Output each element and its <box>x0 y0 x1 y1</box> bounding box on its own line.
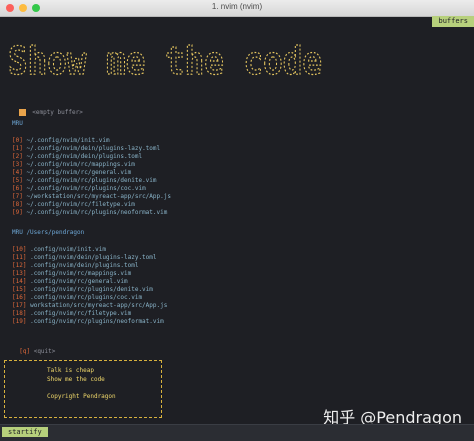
list-item[interactable]: [19] .config/nvim/rc/plugins/neoformat.v… <box>12 318 164 326</box>
banner-text: Show me the code <box>8 39 322 83</box>
statusline: startify <box>0 424 474 441</box>
item-path: ~/.config/nvim/rc/mappings.vim <box>26 161 135 168</box>
item-path: ~/workstation/src/myreact-app/src/App.js <box>26 193 171 200</box>
empty-buffer-row[interactable]: <empty buffer> <box>12 101 83 117</box>
item-index: [9] <box>12 209 23 216</box>
quit-index: [q] <box>19 348 31 355</box>
empty-buffer-label: <empty buffer> <box>32 109 83 116</box>
list-item[interactable]: [6] ~/.config/nvim/rc/plugins/coc.vim <box>12 185 146 193</box>
list-item[interactable]: [12] .config/nvim/dein/plugins.toml <box>12 262 138 270</box>
footer-line-3: Copyright Pendragon <box>47 393 116 400</box>
item-index: [19] <box>12 318 27 325</box>
list-item[interactable]: [14] .config/nvim/rc/general.vim <box>12 278 128 286</box>
item-path: ~/.config/nvim/rc/general.vim <box>26 169 132 176</box>
item-path: ~/.config/nvim/dein/plugins.toml <box>26 153 143 160</box>
item-path: workstation/src/myreact-app/src/App.js <box>30 302 168 309</box>
footer-box: Talk is cheap Show me the code Copyright… <box>4 360 162 418</box>
item-path: .config/nvim/init.vim <box>30 246 106 253</box>
list-item[interactable]: [7] ~/workstation/src/myreact-app/src/Ap… <box>12 193 171 201</box>
list-item[interactable]: [11] .config/nvim/dein/plugins-lazy.toml <box>12 254 157 262</box>
item-path: .config/nvim/rc/plugins/coc.vim <box>30 294 143 301</box>
list-item[interactable]: [5] ~/.config/nvim/rc/plugins/denite.vim <box>12 177 157 185</box>
item-path: .config/nvim/rc/general.vim <box>30 278 128 285</box>
item-path: ~/.config/nvim/rc/plugins/denite.vim <box>26 177 157 184</box>
window-title: 1. nvim (nvim) <box>211 2 263 11</box>
list-item[interactable]: [4] ~/.config/nvim/rc/general.vim <box>12 169 131 177</box>
item-index: [14] <box>12 278 27 285</box>
item-index: [12] <box>12 262 27 269</box>
tabline-buffers-indicator: buffers <box>432 16 474 27</box>
item-index: [0] <box>12 137 23 144</box>
mru-dir-header: MRU /Users/pendragon <box>12 229 85 236</box>
footer-line-2: Show me the code <box>47 376 105 383</box>
item-path: .config/nvim/dein/plugins-lazy.toml <box>30 254 157 261</box>
list-item[interactable]: [13] .config/nvim/rc/mappings.vim <box>12 270 131 278</box>
list-item[interactable]: [9] ~/.config/nvim/rc/plugins/neoformat.… <box>12 209 167 217</box>
item-index: [7] <box>12 193 23 200</box>
item-index: [2] <box>12 153 23 160</box>
item-path: ~/.config/nvim/rc/plugins/neoformat.vim <box>26 209 168 216</box>
list-item[interactable]: [16] .config/nvim/rc/plugins/coc.vim <box>12 294 142 302</box>
item-index: [5] <box>12 177 23 184</box>
item-index: [6] <box>12 185 23 192</box>
item-index: [18] <box>12 310 27 317</box>
statusline-mode: startify <box>2 427 48 437</box>
quit-row[interactable]: [q] <quit> <box>12 340 55 356</box>
list-item[interactable]: [18] .config/nvim/rc/filetype.vim <box>12 310 131 318</box>
item-path: ~/.config/nvim/rc/plugins/coc.vim <box>26 185 146 192</box>
item-index: [1] <box>12 145 23 152</box>
list-item[interactable]: [15] .config/nvim/rc/plugins/denite.vim <box>12 286 153 294</box>
item-path: .config/nvim/rc/plugins/denite.vim <box>30 286 153 293</box>
item-index: [3] <box>12 161 23 168</box>
item-path: ~/.config/nvim/init.vim <box>26 137 110 144</box>
list-item[interactable]: [8] ~/.config/nvim/rc/filetype.vim <box>12 201 135 209</box>
list-item[interactable]: [0] ~/.config/nvim/init.vim <box>12 137 110 145</box>
list-item[interactable]: [1] ~/.config/nvim/dein/plugins-lazy.tom… <box>12 145 160 153</box>
buffer-icon <box>19 109 27 116</box>
item-path: .config/nvim/dein/plugins.toml <box>30 262 139 269</box>
list-item[interactable]: [3] ~/.config/nvim/rc/mappings.vim <box>12 161 135 169</box>
item-path: ~/.config/nvim/dein/plugins-lazy.toml <box>26 145 161 152</box>
item-index: [11] <box>12 254 27 261</box>
list-item[interactable]: [17] workstation/src/myreact-app/src/App… <box>12 302 167 310</box>
ascii-banner: Show me the code <box>7 38 322 83</box>
window-titlebar: 1. nvim (nvim) <box>0 0 474 17</box>
item-path: .config/nvim/rc/plugins/neoformat.vim <box>30 318 164 325</box>
item-index: [15] <box>12 286 27 293</box>
footer-line-1: Talk is cheap <box>47 367 94 374</box>
item-path: ~/.config/nvim/rc/filetype.vim <box>26 201 135 208</box>
item-index: [8] <box>12 201 23 208</box>
item-index: [4] <box>12 169 23 176</box>
item-path: .config/nvim/rc/mappings.vim <box>30 270 132 277</box>
mru-header: MRU <box>12 120 23 127</box>
list-item[interactable]: [10] .config/nvim/init.vim <box>12 246 106 254</box>
item-index: [13] <box>12 270 27 277</box>
quit-label: <quit> <box>33 348 56 355</box>
item-path: .config/nvim/rc/filetype.vim <box>30 310 132 317</box>
item-index: [17] <box>12 302 27 309</box>
item-index: [10] <box>12 246 27 253</box>
item-index: [16] <box>12 294 27 301</box>
list-item[interactable]: [2] ~/.config/nvim/dein/plugins.toml <box>12 153 142 161</box>
